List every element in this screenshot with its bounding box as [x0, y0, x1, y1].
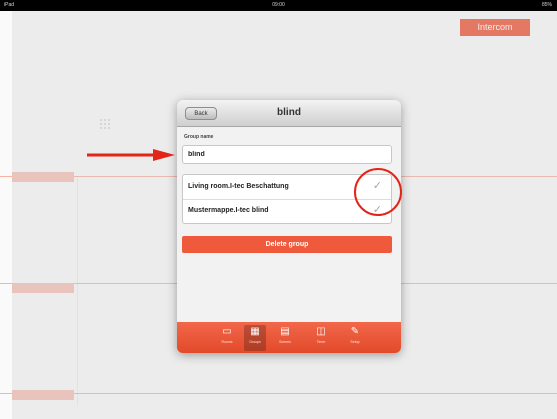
groups-icon: ▦	[250, 326, 260, 337]
dialog-header: Back blind	[177, 100, 401, 127]
tab-label: Groups	[249, 340, 261, 344]
scenes-icon: ▤	[280, 326, 290, 337]
tab-bar: ▭ Rooms ▦ Groups ▤ Scenes ◫ Timer ✎ Setu…	[177, 322, 401, 353]
tab-label: Timer	[316, 340, 326, 344]
tab-label: Rooms	[221, 340, 233, 344]
timer-icon: ◫	[316, 326, 326, 337]
tab-label: Scenes	[279, 340, 291, 344]
dialog-body: Group name Living room.I-tec Beschattung…	[177, 127, 401, 322]
dialog-title: blind	[277, 107, 301, 118]
tab-groups[interactable]: ▦ Groups	[244, 325, 266, 351]
tab-label: Setup	[350, 340, 360, 344]
status-time: 09:00	[272, 2, 285, 8]
status-bar: iPad 09:00 85%	[0, 0, 557, 11]
delete-group-button[interactable]: Delete group	[182, 236, 392, 253]
edit-group-dialog: Back blind Group name Living room.I-tec …	[177, 100, 401, 353]
tab-timer[interactable]: ◫ Timer	[310, 325, 332, 351]
device-label: Mustermappe.I-tec blind	[188, 207, 269, 214]
tablet-icon: ▭	[222, 326, 232, 337]
battery-status: 85%	[541, 2, 552, 8]
tab-setup[interactable]: ✎ Setup	[344, 325, 366, 351]
settings-icon: ✎	[350, 326, 360, 337]
device-label: Living room.I-tec Beschattung	[188, 183, 289, 190]
group-name-input[interactable]	[182, 145, 392, 164]
annotation-circle	[354, 168, 402, 216]
group-name-label: Group name	[184, 134, 214, 140]
tab-rooms[interactable]: ▭ Rooms	[216, 325, 238, 351]
tab-scenes[interactable]: ▤ Scenes	[274, 325, 296, 351]
annotation-arrow-icon	[87, 149, 175, 161]
